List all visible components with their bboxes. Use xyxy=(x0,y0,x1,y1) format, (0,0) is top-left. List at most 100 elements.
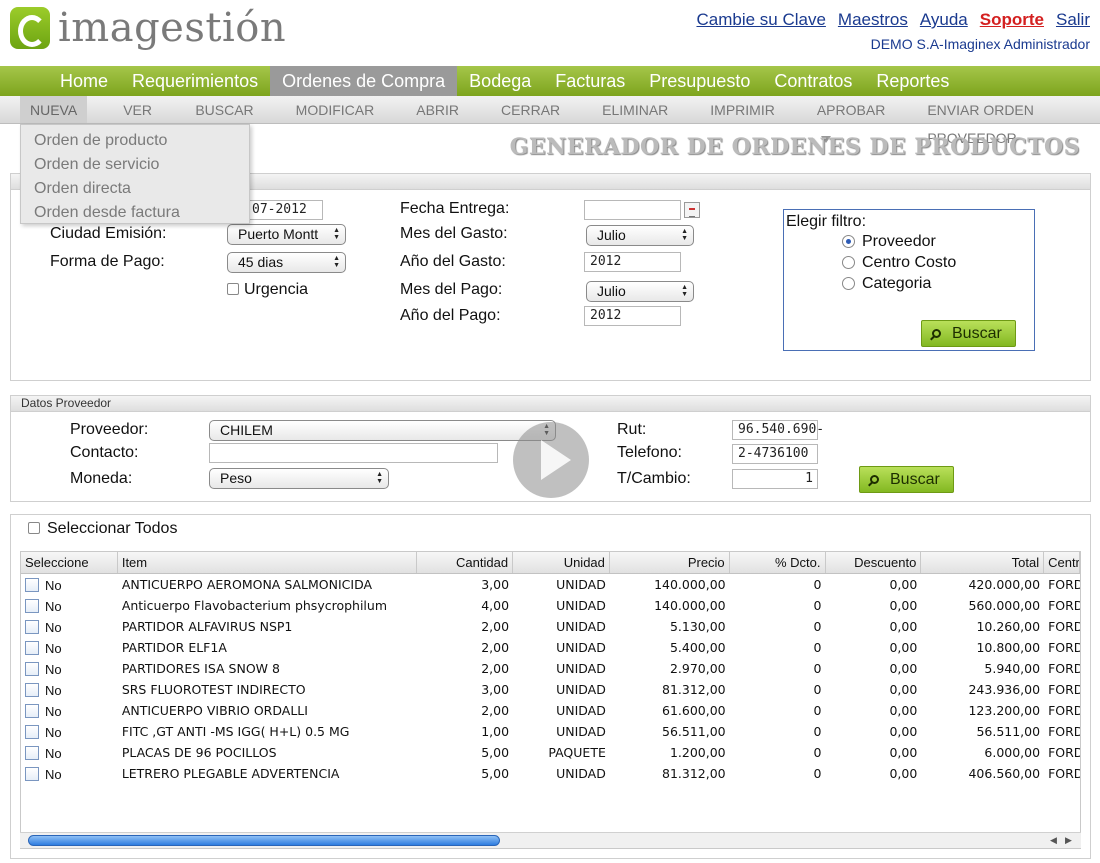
ciudad-select[interactable]: Puerto Montt xyxy=(227,224,346,245)
nav-reportes[interactable]: Reportes xyxy=(864,66,961,96)
subnav-eliminar[interactable]: ELIMINAR xyxy=(592,96,678,123)
col-precio[interactable]: Precio xyxy=(610,552,730,573)
calendar-icon[interactable] xyxy=(684,202,700,218)
row-checkbox[interactable] xyxy=(25,578,39,592)
anio-pago-input[interactable]: 2012 xyxy=(584,306,681,326)
urgencia-checkbox[interactable] xyxy=(227,283,239,295)
row-checkbox[interactable] xyxy=(25,662,39,676)
subnav-nueva[interactable]: NUEVA xyxy=(20,96,88,143)
menu-item-orden-servicio[interactable]: Orden de servicio xyxy=(21,153,249,177)
fecha-emision-input[interactable]: 07-2012 xyxy=(246,200,323,220)
cell-precio: 5.130,00 xyxy=(669,619,726,634)
change-password-link[interactable]: Cambie su Clave xyxy=(696,10,825,30)
col-seleccione[interactable]: Seleccione xyxy=(21,552,118,573)
cell-seleccione: No xyxy=(21,661,118,677)
urgencia-label: Urgencia xyxy=(244,281,309,298)
rut-input[interactable]: 96.540.690- xyxy=(732,420,824,440)
col-centro[interactable]: Centro xyxy=(1044,552,1080,573)
cell-centro: FORD xyxy=(1048,682,1080,697)
row-checkbox[interactable] xyxy=(25,746,39,760)
table-row[interactable]: No PARTIDOR ALFAVIRUS NSP1 2,00 UNIDAD 5.130… xyxy=(21,616,1080,637)
radio-categoria-label: Categoria xyxy=(862,275,932,292)
radio-categoria[interactable] xyxy=(842,277,855,290)
cell-total: 5.940,00 xyxy=(984,661,1041,676)
nav-presupuesto[interactable]: Presupuesto xyxy=(637,66,762,96)
subnav-buscar[interactable]: BUSCAR xyxy=(185,96,263,123)
nav-ordenes-de-compra[interactable]: Ordenes de Compra xyxy=(270,66,458,96)
subnav-ver-label: VER xyxy=(123,102,152,118)
row-checkbox[interactable] xyxy=(25,725,39,739)
masters-link[interactable]: Maestros xyxy=(838,10,908,30)
proveedor-search-label: Buscar xyxy=(890,471,940,488)
tcambio-input[interactable]: 1 xyxy=(732,469,818,489)
radio-centro-costo[interactable] xyxy=(842,256,855,269)
support-link[interactable]: Soporte xyxy=(980,10,1044,30)
subnav-imprimir[interactable]: IMPRIMIR xyxy=(700,96,785,123)
menu-item-orden-directa[interactable]: Orden directa xyxy=(21,177,249,201)
menu-item-orden-producto[interactable]: Orden de producto xyxy=(21,129,249,153)
moneda-select[interactable]: Peso xyxy=(209,468,389,489)
cell-descuento: 0,00 xyxy=(889,766,918,781)
row-checkbox[interactable] xyxy=(25,641,39,655)
table-row[interactable]: No Anticuerpo Flavobacterium phsycrophilu… xyxy=(21,595,1080,616)
telefono-input[interactable]: 2-4736100 xyxy=(732,444,818,464)
main-nav: Home Requerimientos Ordenes de Compra Bo… xyxy=(0,66,1100,96)
col-unidad[interactable]: Unidad xyxy=(513,552,610,573)
row-select-label: No xyxy=(45,640,62,656)
proveedor-search-button[interactable]: Buscar xyxy=(859,466,954,493)
subnav-abrir[interactable]: ABRIR xyxy=(406,96,469,123)
subnav-enviar-orden-proveedor[interactable]: ENVIAR ORDEN PROVEEDOR xyxy=(917,96,1078,146)
logout-link[interactable]: Salir xyxy=(1056,10,1090,30)
anio-gasto-input[interactable]: 2012 xyxy=(584,252,681,272)
table-row[interactable]: No ANTICUERPO VIBRIO ORDALLI 2,00 UNIDAD 61.… xyxy=(21,700,1080,721)
filter-search-button[interactable]: Buscar xyxy=(921,320,1016,347)
cell-descuento: 0,00 xyxy=(889,703,918,718)
col-descuento[interactable]: Descuento xyxy=(826,552,922,573)
proveedor-select[interactable]: CHILEM xyxy=(209,420,556,441)
col-cantidad[interactable]: Cantidad xyxy=(417,552,514,573)
play-icon[interactable] xyxy=(513,422,589,498)
col-item[interactable]: Item xyxy=(118,552,418,573)
table-row[interactable]: No PARTIDORES ISA SNOW 8 2,00 UNIDAD 2.970,0… xyxy=(21,658,1080,679)
mes-gasto-select[interactable]: Julio xyxy=(586,225,694,246)
subnav-cerrar[interactable]: CERRAR xyxy=(491,96,570,123)
row-checkbox[interactable] xyxy=(25,767,39,781)
nav-facturas[interactable]: Facturas xyxy=(543,66,637,96)
nav-bodega[interactable]: Bodega xyxy=(457,66,543,96)
table-row[interactable]: No PARTIDOR ELF1A 2,00 UNIDAD 5.400,00 0 0,00 1… xyxy=(21,637,1080,658)
horizontal-scrollbar[interactable]: ◀ ▶ xyxy=(20,832,1081,848)
fecha-entrega-input[interactable] xyxy=(584,200,681,220)
subnav-ver[interactable]: VER xyxy=(113,96,163,143)
table-row[interactable]: No SRS FLUOROTEST INDIRECTO 3,00 UNIDAD 81.3… xyxy=(21,679,1080,700)
nav-home[interactable]: Home xyxy=(48,66,120,96)
forma-pago-select[interactable]: 45 dias xyxy=(227,252,346,273)
subnav-modificar[interactable]: MODIFICAR xyxy=(286,96,385,123)
nav-contratos[interactable]: Contratos xyxy=(762,66,864,96)
subnav-aprobar[interactable]: APROBAR xyxy=(807,96,895,143)
contacto-label: Contacto: xyxy=(70,444,139,461)
nav-requerimientos[interactable]: Requerimientos xyxy=(120,66,270,96)
row-checkbox[interactable] xyxy=(25,599,39,613)
col-dcto[interactable]: % Dcto. xyxy=(730,552,826,573)
row-checkbox[interactable] xyxy=(25,704,39,718)
help-link[interactable]: Ayuda xyxy=(920,10,968,30)
select-all-checkbox[interactable] xyxy=(28,522,40,534)
cell-precio: 61.600,00 xyxy=(662,703,726,718)
contacto-input[interactable] xyxy=(209,443,498,463)
row-checkbox[interactable] xyxy=(25,620,39,634)
menu-item-orden-desde-factura[interactable]: Orden desde factura xyxy=(21,201,249,225)
table-row[interactable]: No ANTICUERPO AEROMONA SALMONICIDA 3,00 UNI… xyxy=(21,574,1080,595)
radio-proveedor[interactable] xyxy=(842,235,855,248)
scroll-right-icon[interactable]: ▶ xyxy=(1065,835,1072,846)
row-checkbox[interactable] xyxy=(25,683,39,697)
cell-centro: FORD xyxy=(1048,703,1080,718)
brand-logo[interactable]: imagestión xyxy=(10,6,286,50)
scrollbar-thumb[interactable] xyxy=(28,835,500,846)
scroll-left-icon[interactable]: ◀ xyxy=(1050,835,1057,846)
table-row[interactable]: No LETRERO PLEGABLE ADVERTENCIA 5,00 UNIDAD… xyxy=(21,763,1080,784)
col-total[interactable]: Total xyxy=(921,552,1045,573)
table-row[interactable]: No FITC ,GT ANTI -MS IGG( H+L) 0.5 MG 1,00… xyxy=(21,721,1080,742)
mes-pago-select[interactable]: Julio xyxy=(586,281,694,302)
cell-centro: FORD xyxy=(1048,619,1080,634)
table-row[interactable]: No PLACAS DE 96 POCILLOS 5,00 PAQUETE 1.200,… xyxy=(21,742,1080,763)
